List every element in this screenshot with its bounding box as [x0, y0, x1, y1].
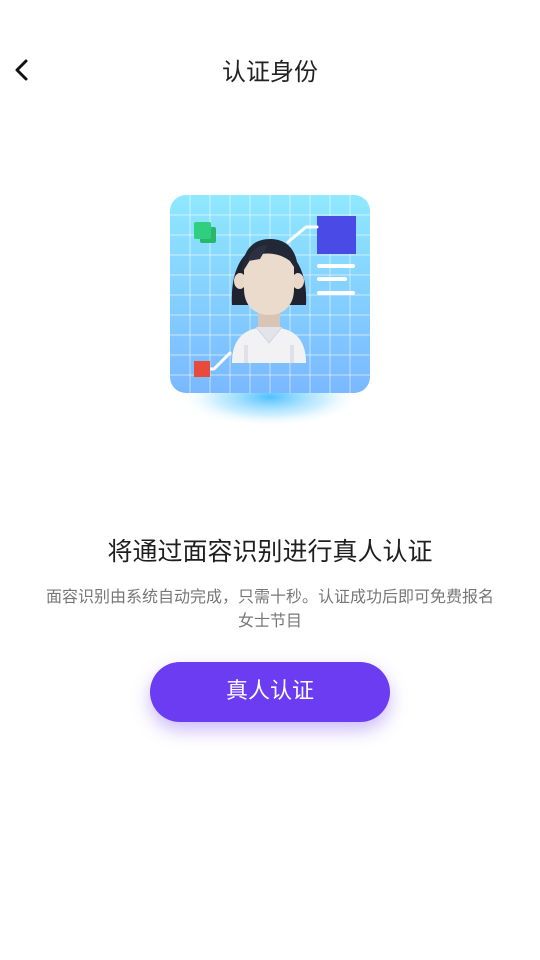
description-line-2: 女士节目 — [237, 611, 302, 630]
back-button[interactable] — [4, 52, 40, 88]
text-line-1 — [317, 264, 355, 268]
green-square-front — [194, 222, 211, 239]
description-line-1: 面容识别由系统自动完成，只需十秒。认证成功后即可免费报名 — [45, 587, 494, 606]
shirt-shadow-left — [244, 345, 248, 363]
text-line-2 — [317, 277, 347, 281]
page-title: 认证身份 — [222, 58, 318, 86]
verify-button-label: 真人认证 — [225, 679, 314, 704]
face-recognition-illustration — [160, 185, 380, 445]
indigo-card — [317, 216, 356, 254]
main-heading: 将通过面容识别进行真人认证 — [107, 537, 433, 566]
neck — [258, 313, 280, 329]
real-person-verify-button[interactable]: 真人认证 — [150, 662, 390, 722]
chevron-left-icon — [15, 59, 28, 81]
app-header: 认证身份 — [0, 0, 540, 145]
shirt-shadow-right — [290, 345, 294, 363]
text-line-3 — [317, 291, 355, 295]
face — [244, 251, 294, 315]
red-square — [194, 361, 210, 377]
description-text: 面容识别由系统自动完成，只需十秒。认证成功后即可免费报名 女士节目 — [14, 585, 526, 633]
